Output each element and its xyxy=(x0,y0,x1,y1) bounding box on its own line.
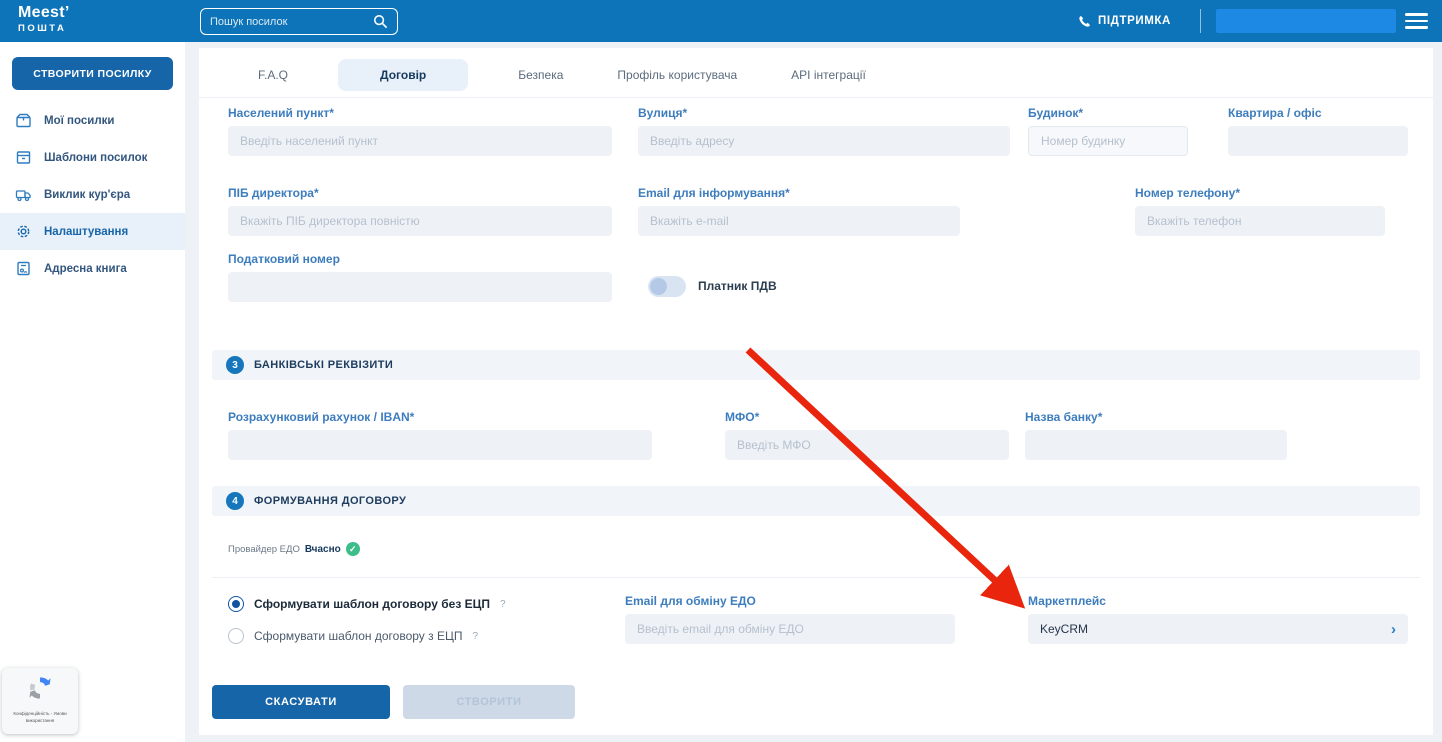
search-input[interactable] xyxy=(210,16,373,28)
bank-name-input[interactable] xyxy=(1025,430,1287,460)
tab-security[interactable]: Безпека xyxy=(514,59,567,91)
logo-text-sub: ПОШТА xyxy=(18,24,70,34)
tabs-separator xyxy=(199,97,1433,98)
radio-contract-without-ecp[interactable]: Сформувати шаблон договору без ЕЦП ? xyxy=(228,596,506,612)
radio-button-icon[interactable] xyxy=(228,596,244,612)
sidebar-item-address-book[interactable]: Адресна книга xyxy=(0,250,185,287)
create-parcel-button[interactable]: СТВОРИТИ ПОСИЛКУ xyxy=(12,57,173,90)
header: Meest’ ПОШТА ПІДТРИМКА xyxy=(0,0,1442,42)
check-circle-icon: ✓ xyxy=(346,542,360,556)
address-book-icon xyxy=(15,260,32,277)
mfo-label: МФО* xyxy=(725,410,759,424)
support-button[interactable]: ПІДТРИМКА xyxy=(1078,0,1171,42)
user-account-button[interactable] xyxy=(1216,9,1396,33)
marketplace-label: Маркетплейс xyxy=(1028,594,1106,608)
street-input[interactable] xyxy=(638,126,1010,156)
help-icon[interactable]: ? xyxy=(472,631,478,642)
sidebar-item-my-parcels[interactable]: Мої посилки xyxy=(0,102,185,139)
sidebar-menu: Мої посилки Шаблони посилок Виклик кур'є… xyxy=(0,102,185,287)
section-divider xyxy=(212,577,1420,578)
parcel-icon xyxy=(15,112,32,129)
settlement-label: Населений пункт* xyxy=(228,106,334,120)
courier-truck-icon xyxy=(15,186,32,203)
phone-label: Номер телефону* xyxy=(1135,186,1240,200)
radio-button-icon[interactable] xyxy=(228,628,244,644)
tab-contract[interactable]: Договір xyxy=(338,59,468,91)
create-button[interactable]: СТВОРИТИ xyxy=(403,685,575,719)
chevron-right-icon: › xyxy=(1391,621,1396,638)
support-label: ПІДТРИМКА xyxy=(1098,15,1171,27)
vat-payer-label: Платник ПДВ xyxy=(698,279,777,293)
sidebar-item-label: Налаштування xyxy=(44,226,128,238)
mfo-input[interactable] xyxy=(725,430,1009,460)
tab-faq[interactable]: F.A.Q xyxy=(254,59,292,91)
street-label: Вулиця* xyxy=(638,106,687,120)
tab-user-profile[interactable]: Профіль користувача xyxy=(613,59,741,91)
templates-icon xyxy=(15,149,32,166)
settlement-input[interactable] xyxy=(228,126,612,156)
edo-provider-name: Вчасно xyxy=(305,544,341,555)
director-label: ПІБ директора* xyxy=(228,186,319,200)
marketplace-value: KeyCRM xyxy=(1040,622,1088,636)
phone-icon xyxy=(1078,15,1091,28)
parcel-search xyxy=(200,8,398,35)
building-input[interactable] xyxy=(1028,126,1188,156)
settings-content: F.A.Q Договір Безпека Профіль користувач… xyxy=(199,48,1433,735)
iban-input[interactable] xyxy=(228,430,652,460)
cancel-button[interactable]: СКАСУВАТИ xyxy=(212,685,390,719)
building-label: Будинок* xyxy=(1028,106,1083,120)
iban-label: Розрахунковий рахунок / IBAN* xyxy=(228,410,414,424)
vat-payer-toggle[interactable] xyxy=(648,276,686,297)
sidebar-item-settings[interactable]: Налаштування xyxy=(0,213,185,250)
apartment-label: Квартира / офіс xyxy=(1228,106,1322,120)
section-title: БАНКІВСЬКІ РЕКВІЗИТИ xyxy=(254,359,393,371)
apartment-input[interactable] xyxy=(1228,126,1408,156)
menu-icon[interactable] xyxy=(1405,13,1428,33)
sidebar-item-label: Мої посилки xyxy=(44,115,114,127)
toggle-knob xyxy=(650,278,667,295)
settings-tabs: F.A.Q Договір Безпека Профіль користувач… xyxy=(254,59,870,91)
meest-logo[interactable]: Meest’ ПОШТА xyxy=(18,5,70,34)
recaptcha-text: Конфіденційність - Умови використання xyxy=(2,711,78,725)
tax-number-label: Податковий номер xyxy=(228,252,340,266)
bank-name-label: Назва банку* xyxy=(1025,410,1102,424)
section-number-badge: 4 xyxy=(226,492,244,510)
section-contract-formation: 4 ФОРМУВАННЯ ДОГОВОРУ xyxy=(212,486,1420,516)
gear-icon xyxy=(15,223,32,240)
radio-contract-with-ecp[interactable]: Сформувати шаблон договору з ЕЦП ? xyxy=(228,628,478,644)
search-icon[interactable] xyxy=(373,14,388,29)
sidebar-item-courier-call[interactable]: Виклик кур'єра xyxy=(0,176,185,213)
director-input[interactable] xyxy=(228,206,612,236)
sidebar-item-label: Виклик кур'єра xyxy=(44,189,130,201)
recaptcha-badge[interactable]: Конфіденційність - Умови використання xyxy=(2,668,78,734)
tab-api-integrations[interactable]: API інтеграції xyxy=(787,59,870,91)
sidebar-item-parcel-templates[interactable]: Шаблони посилок xyxy=(0,139,185,176)
sidebar-item-label: Шаблони посилок xyxy=(44,152,147,164)
phone-input[interactable] xyxy=(1135,206,1385,236)
email-edo-label: Email для обміну ЕДО xyxy=(625,594,756,608)
email-info-label: Email для інформування* xyxy=(638,186,790,200)
tax-number-input[interactable] xyxy=(228,272,612,302)
logo-text-main: Meest’ xyxy=(18,5,70,21)
marketplace-select[interactable]: KeyCRM › xyxy=(1028,614,1408,644)
email-info-input[interactable] xyxy=(638,206,960,236)
edo-provider-prefix: Провайдер ЕДО xyxy=(228,544,300,555)
header-divider xyxy=(1200,9,1201,33)
recaptcha-icon xyxy=(25,673,55,703)
sidebar: СТВОРИТИ ПОСИЛКУ Мої посилки Шаблони пос… xyxy=(0,42,185,742)
section-number-badge: 3 xyxy=(226,356,244,374)
email-edo-input[interactable] xyxy=(625,614,955,644)
help-icon[interactable]: ? xyxy=(500,599,506,610)
edo-provider-line: Провайдер ЕДО Вчасно ✓ xyxy=(228,542,360,556)
section-bank-details: 3 БАНКІВСЬКІ РЕКВІЗИТИ xyxy=(212,350,1420,380)
sidebar-item-label: Адресна книга xyxy=(44,263,127,275)
section-title: ФОРМУВАННЯ ДОГОВОРУ xyxy=(254,495,406,507)
